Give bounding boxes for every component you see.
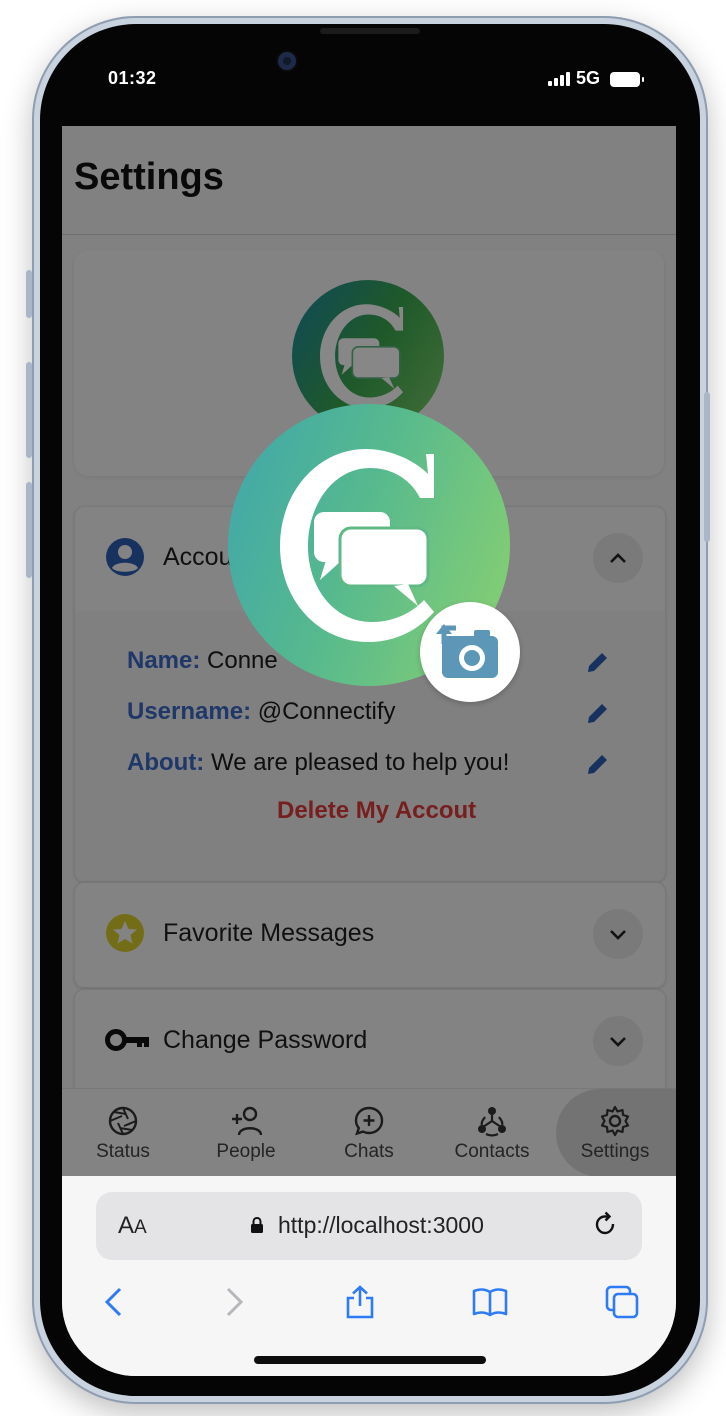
text-size-button[interactable]: AA [118, 1212, 147, 1240]
address-bar[interactable]: AA http://localhost:3000 [96, 1192, 642, 1260]
battery-icon [610, 72, 644, 87]
change-photo-button[interactable] [420, 602, 520, 702]
safari-toolbar: AA http://localhost:3000 [62, 1176, 676, 1376]
earpiece-speaker [320, 28, 420, 34]
share-icon[interactable] [342, 1284, 378, 1320]
power-button [704, 392, 710, 542]
signal-icon [548, 72, 570, 86]
aa-large: A [118, 1212, 135, 1239]
status-time: 01:32 [108, 68, 157, 88]
home-indicator [254, 1356, 486, 1364]
network-type: 5G [576, 68, 601, 88]
forward-icon[interactable] [216, 1284, 252, 1320]
reload-icon[interactable] [590, 1210, 620, 1240]
tabs-icon[interactable] [604, 1284, 640, 1320]
camera-rotate-icon [436, 624, 498, 678]
silent-switch [26, 270, 32, 318]
volume-up-button [26, 362, 32, 458]
volume-down-button [26, 482, 32, 578]
back-icon[interactable] [96, 1284, 132, 1320]
aa-small: A [134, 1217, 147, 1238]
lock-icon [251, 1216, 263, 1233]
status-bar: 01:32 5G [62, 56, 676, 106]
bookmarks-icon[interactable] [472, 1284, 508, 1320]
app-screen: Settings Accou Name: Conne Username: @Co… [62, 126, 676, 1376]
url-text: http://localhost:3000 [278, 1212, 484, 1238]
